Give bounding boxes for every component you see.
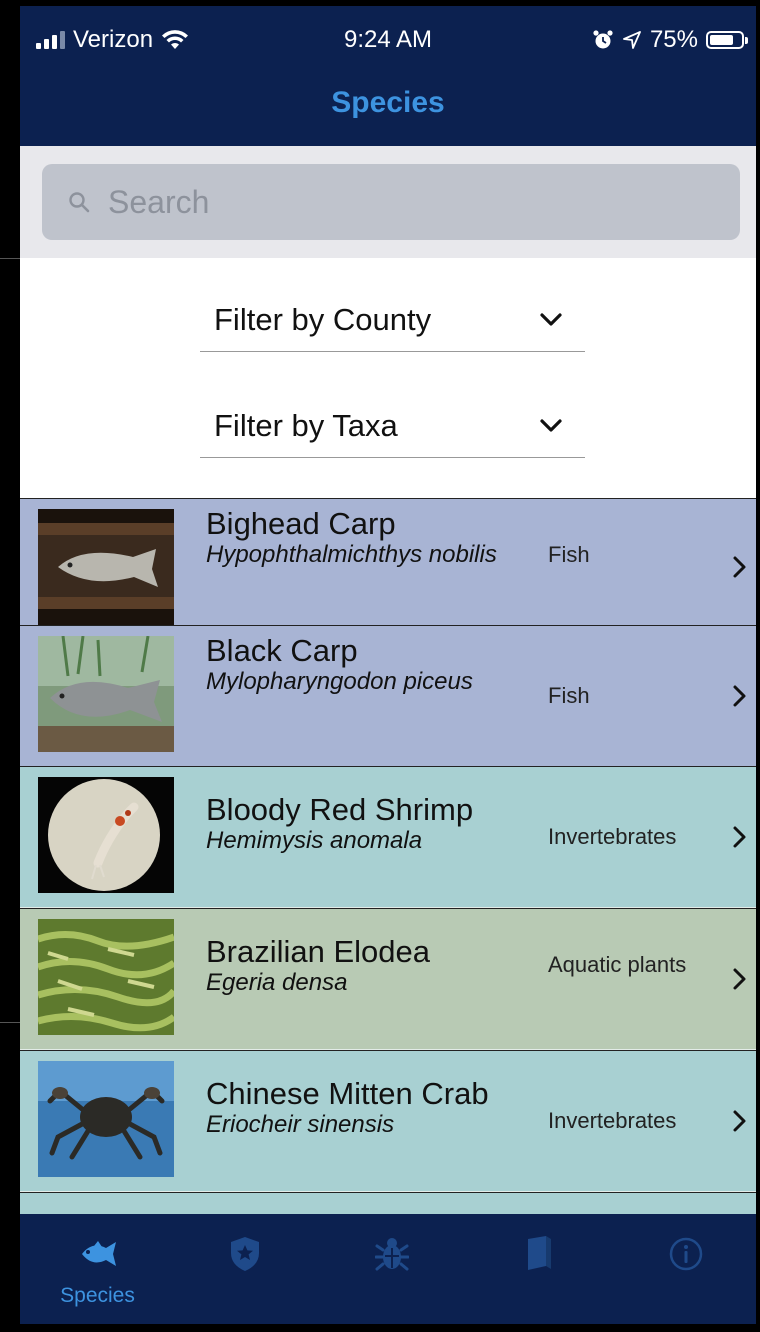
search-container: [20, 146, 756, 258]
species-row-bighead-carp[interactable]: Bighead Carp Hypophthalmichthys nobilis …: [20, 498, 756, 639]
species-row-brazilian-elodea[interactable]: Brazilian Elodea Egeria densa Aquatic pl…: [20, 908, 756, 1049]
chevron-down-icon: [540, 312, 562, 326]
tab-species[interactable]: Species: [24, 1214, 171, 1324]
species-scientific-name: Eriocheir sinensis: [206, 1111, 395, 1138]
filter-taxa-dropdown[interactable]: Filter by Taxa: [200, 394, 585, 458]
search-bar[interactable]: [42, 164, 740, 240]
tab-guide[interactable]: [465, 1214, 612, 1324]
filter-county-label: Filter by County: [214, 301, 432, 337]
species-thumbnail-bighead-carp: [38, 509, 174, 625]
species-common-name: Brazilian Elodea: [206, 934, 431, 969]
chevron-right-icon: [733, 826, 746, 848]
species-common-name: Chinese Mitten Crab: [206, 1076, 489, 1111]
tab-bar: Species: [20, 1214, 756, 1324]
species-taxa: Invertebrates: [548, 1108, 677, 1133]
info-icon: [668, 1234, 704, 1274]
search-icon: [64, 187, 94, 217]
chevron-right-icon: [733, 968, 746, 990]
species-thumbnail-chinese-mitten-crab: [38, 1061, 174, 1177]
species-thumbnail-bloody-red-shrimp: [38, 777, 174, 893]
tab-report[interactable]: [171, 1214, 318, 1324]
fish-icon: [78, 1234, 118, 1274]
species-taxa: Fish: [548, 683, 590, 708]
species-row-chinese-mitten-crab[interactable]: Chinese Mitten Crab Eriocheir sinensis I…: [20, 1050, 756, 1191]
species-scientific-name: Hypophthalmichthys nobilis: [206, 541, 497, 568]
chevron-down-icon: [540, 418, 562, 432]
species-thumbnail-black-carp: [38, 636, 174, 752]
status-right: 75%: [592, 26, 748, 54]
species-common-name: Bighead Carp: [206, 506, 396, 541]
species-taxa: Fish: [548, 542, 590, 567]
bug-icon: [374, 1234, 409, 1274]
chevron-right-icon: [733, 685, 746, 707]
species-row-black-carp[interactable]: Black Carp Mylopharyngodon piceus Fish: [20, 625, 756, 766]
species-names: Bloody Red Shrimp Hemimysis anomala: [206, 793, 526, 855]
book-icon: [524, 1234, 554, 1274]
location-arrow-icon: [623, 31, 641, 49]
battery-percent: 75%: [649, 26, 698, 53]
status-bar: Verizon 9:24 AM 75%: [20, 6, 756, 74]
species-names: Bighead Carp Hypophthalmichthys nobilis: [206, 507, 526, 569]
tab-species-label: Species: [60, 1284, 135, 1307]
species-names: Chinese Mitten Crab Eriocheir sinensis: [206, 1077, 606, 1139]
species-names: Brazilian Elodea Egeria densa: [206, 935, 526, 997]
species-taxa: Aquatic plants: [548, 952, 687, 977]
species-list[interactable]: Bighead Carp Hypophthalmichthys nobilis …: [20, 498, 756, 1214]
species-taxa: Invertebrates: [548, 824, 677, 849]
species-common-name: Black Carp: [206, 633, 358, 668]
species-scientific-name: Hemimysis anomala: [206, 827, 423, 854]
filters-panel: Filter by County Filter by Taxa: [20, 258, 756, 498]
alarm-icon: [593, 30, 613, 49]
species-scientific-name: Mylopharyngodon piceus: [206, 668, 473, 695]
filter-taxa-label: Filter by Taxa: [214, 407, 398, 443]
species-row-partial[interactable]: [20, 1192, 756, 1214]
page-title: Species: [331, 86, 445, 119]
search-input[interactable]: [106, 182, 670, 222]
shield-star-icon: [228, 1234, 262, 1274]
tab-info[interactable]: [612, 1214, 756, 1324]
chevron-right-icon: [733, 1110, 746, 1132]
chevron-right-icon: [733, 556, 746, 578]
species-scientific-name: Egeria densa: [206, 969, 348, 996]
species-thumbnail-brazilian-elodea: [38, 919, 174, 1035]
phone-screen: Verizon 9:24 AM 75% Species Search Filte…: [20, 6, 756, 1324]
species-common-name: Bloody Red Shrimp: [206, 792, 474, 827]
battery-icon: [706, 31, 748, 49]
species-row-bloody-red-shrimp[interactable]: Bloody Red Shrimp Hemimysis anomala Inve…: [20, 766, 756, 907]
tab-pests[interactable]: [318, 1214, 465, 1324]
filter-county-dropdown[interactable]: Filter by County: [200, 288, 585, 352]
species-names: Black Carp Mylopharyngodon piceus: [206, 634, 526, 696]
